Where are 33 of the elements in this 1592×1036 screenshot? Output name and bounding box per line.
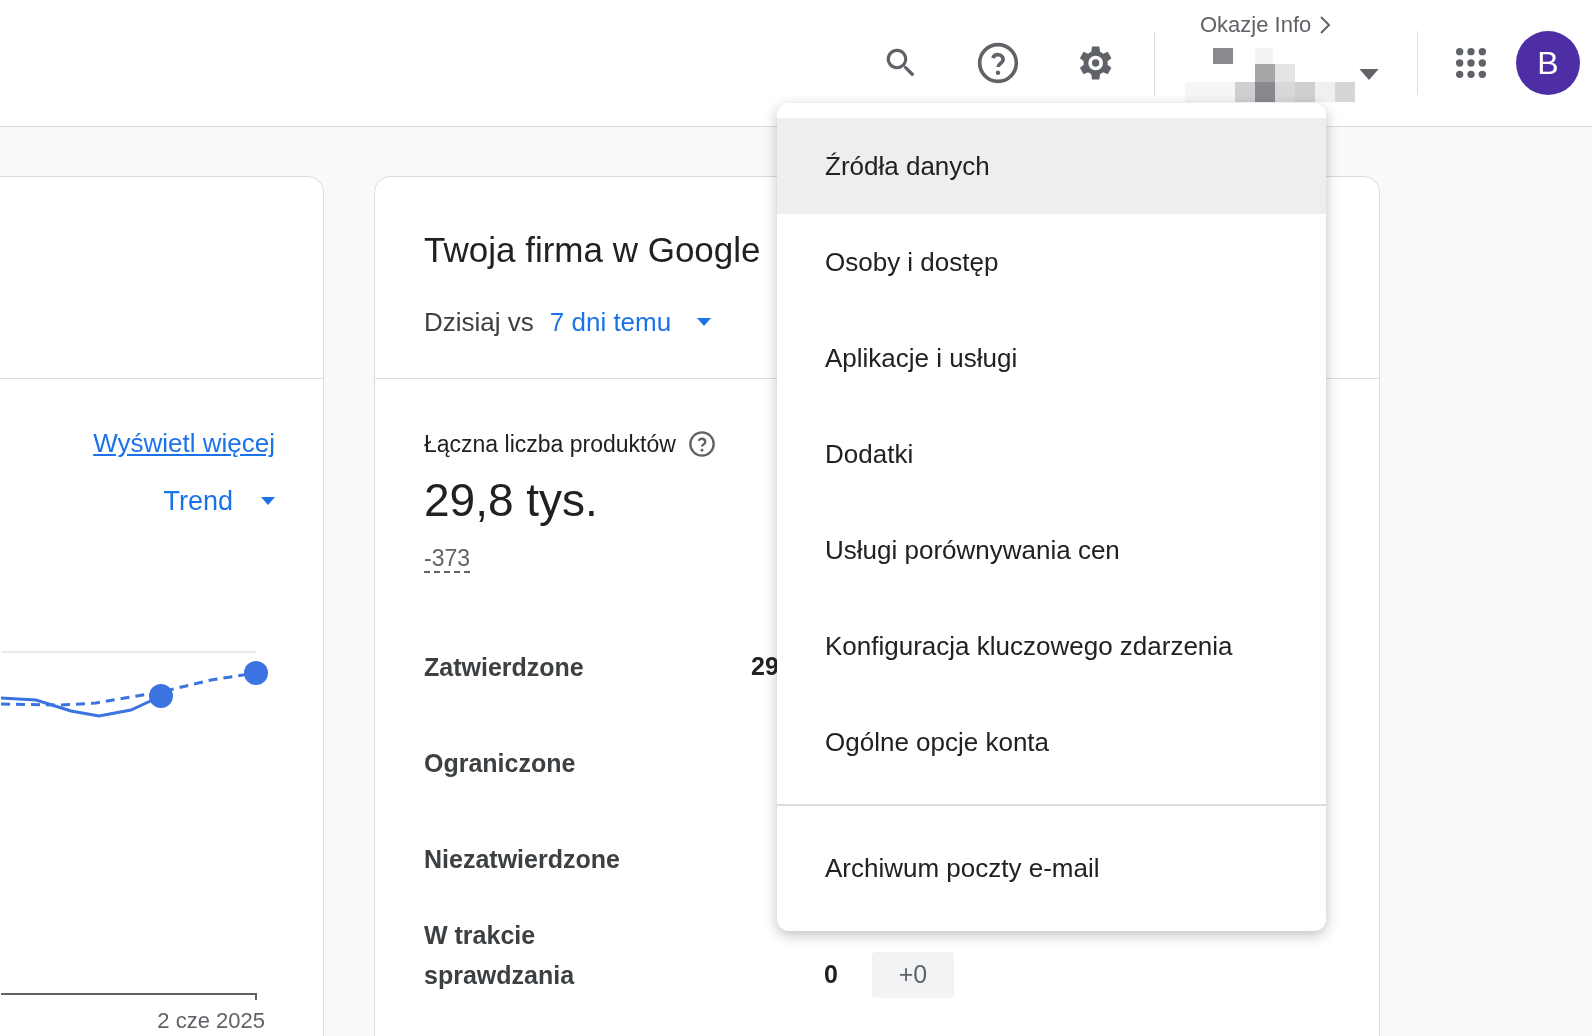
card-title: Twoja firma w Google [424, 229, 761, 271]
chevron-right-icon [1319, 14, 1332, 35]
menu-item[interactable]: Konfiguracja kluczowego zdarzenia [777, 598, 1326, 694]
caret-icon [261, 497, 275, 506]
menu-item[interactable]: Osoby i dostęp [777, 214, 1326, 310]
help-icon[interactable] [687, 430, 716, 459]
help-icon[interactable] [976, 41, 1020, 85]
metric-value: 29,8 tys. [424, 472, 599, 528]
axis-date-label: 2 cze 2025 [157, 1006, 265, 1035]
change-chip: +0 [871, 951, 954, 998]
menu-item[interactable]: Ogólne opcje konta [777, 694, 1326, 790]
account-avatar[interactable]: B [1516, 31, 1580, 95]
view-more-link[interactable]: Wyświetl więcej [93, 424, 275, 463]
compare-label: Dzisiaj vs [424, 305, 534, 339]
menu-item[interactable]: Źródła danych [777, 118, 1326, 214]
caret-icon [697, 318, 712, 326]
metric-label: Łączna liczba produktów [424, 430, 676, 459]
menu-item[interactable]: Archiwum poczty e-mail [777, 820, 1326, 916]
status-label: Ograniczone [424, 747, 577, 779]
menu-item[interactable]: Usługi porównywania cen [777, 502, 1326, 598]
status-count: 29 [751, 650, 779, 682]
status-label: Zatwierdzone [424, 651, 585, 683]
info-link[interactable]: Okazje Info [1200, 8, 1332, 41]
menu-item[interactable]: Aplikacje i usługi [777, 310, 1326, 406]
status-count: 0 [824, 958, 838, 990]
dropdown-caret-icon [1359, 68, 1379, 80]
metric-change: -373 [424, 544, 471, 573]
status-label: W trakcie sprawdzania [424, 919, 576, 991]
menu-item[interactable]: Dodatki [777, 406, 1326, 502]
status-label: Niezatwierdzone [424, 843, 621, 875]
apps-grid-icon[interactable] [1454, 46, 1488, 80]
trend-dropdown[interactable]: Trend [163, 481, 275, 522]
period-dropdown[interactable]: 7 dni temu [549, 302, 712, 342]
